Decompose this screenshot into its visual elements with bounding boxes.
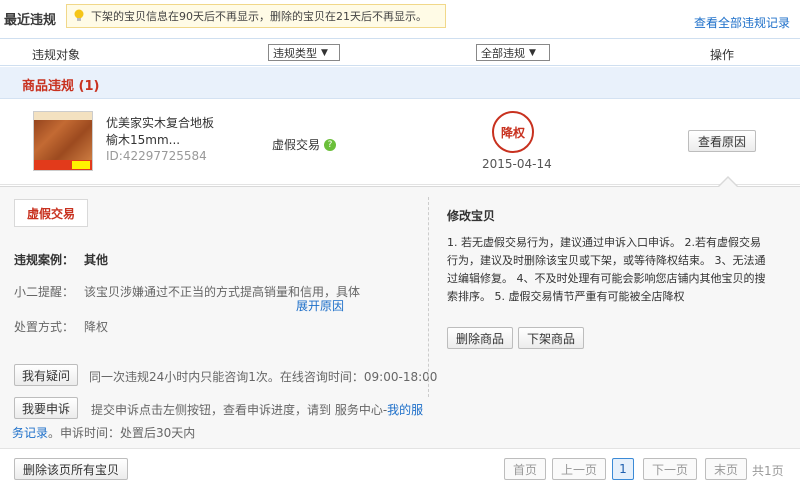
page-last-button[interactable]: 末页: [705, 458, 747, 480]
appeal-time-hint: 。申诉时间：处置后30天内: [48, 426, 196, 440]
view-reason-button[interactable]: 查看原因: [688, 130, 756, 152]
lightbulb-icon: [74, 9, 84, 21]
table-header: 违规对象 违规类型 ▼ 全部违规 ▼ 操作: [0, 38, 800, 66]
case-label: 违规案例：: [14, 253, 75, 267]
action-label: 处置方式：: [14, 320, 75, 334]
group-label: 商品违规 (1): [22, 79, 100, 94]
product-name[interactable]: 优美家实木复合地板: [106, 114, 214, 131]
violation-status-select-value: 全部违规: [481, 46, 525, 60]
column-target: 违规对象: [32, 48, 81, 62]
appeal-hint: 提交申诉点击左侧按钮，查看申诉进度，请到 服务中心-我的服: [91, 401, 423, 418]
violation-type: 虚假交易 ?: [272, 136, 337, 153]
top-bar: 最近违规 下架的宝贝信息在90天后不再显示，删除的宝贝在21天后不再显示。 查看…: [0, 0, 800, 38]
help-icon[interactable]: ?: [324, 138, 337, 151]
column-ops: 操作: [710, 48, 735, 62]
footer-bar: 删除该页所有宝贝 首页 上一页 1 下一页 末页 共1页: [0, 448, 800, 500]
case-value: 其他: [84, 253, 109, 267]
violation-date: 2015-04-14: [482, 157, 552, 171]
ask-question-button[interactable]: 我有疑问: [14, 364, 78, 386]
delist-product-button[interactable]: 下架商品: [518, 327, 584, 349]
page-next-button[interactable]: 下一页: [643, 458, 697, 480]
page-first-button[interactable]: 首页: [504, 458, 546, 480]
violation-status-select[interactable]: 全部违规 ▼: [476, 44, 550, 61]
appeal-button[interactable]: 我要申诉: [14, 397, 78, 419]
violation-type-select-value: 违规类型: [273, 46, 317, 60]
action-value: 降权: [84, 320, 109, 334]
ask-hint: 同一次违规24小时内只能咨询1次。在线咨询时间：09:00-18:00: [89, 370, 438, 384]
delete-product-button[interactable]: 删除商品: [447, 327, 513, 349]
detail-pointer-inner: [719, 178, 737, 187]
my-service-records-link[interactable]: 我的服: [387, 403, 423, 417]
dropdown-arrow-icon: ▼: [529, 47, 536, 58]
fix-title: 修改宝贝: [447, 209, 496, 223]
violation-row: 优美家实木复合地板 榆木15mm... ID:42297725584 虚假交易 …: [0, 99, 800, 185]
all-records-link[interactable]: 查看全部违规记录: [694, 14, 790, 31]
product-id: ID:42297725584: [106, 149, 207, 163]
violation-type-text: 虚假交易: [272, 138, 321, 152]
detail-panel: 虚假交易 违规案例： 其他 小二提醒： 该宝贝涉嫌通过不正当的方式提高销量和信用…: [0, 186, 800, 448]
page-total: 共1页: [752, 464, 784, 478]
product-thumbnail[interactable]: [33, 111, 93, 171]
violation-type-select[interactable]: 违规类型 ▼: [268, 44, 340, 61]
fix-instructions: 1. 若无虚假交易行为，建议通过申诉入口申诉。 2.若有虚假交易行为，建议及时删…: [447, 236, 766, 303]
tip-label: 小二提醒：: [14, 285, 75, 299]
expand-reason-link[interactable]: 展开原因: [296, 297, 344, 314]
page-prev-button[interactable]: 上一页: [552, 458, 606, 480]
delete-all-page-button[interactable]: 删除该页所有宝贝: [14, 458, 128, 480]
page-current[interactable]: 1: [612, 458, 634, 480]
product-name-line2[interactable]: 榆木15mm...: [106, 131, 180, 148]
page-title: 最近违规: [4, 13, 57, 28]
tab-violation-type[interactable]: 虚假交易: [14, 199, 88, 227]
notice-banner: 下架的宝贝信息在90天后不再显示，删除的宝贝在21天后不再显示。: [66, 4, 446, 28]
group-header: 商品违规 (1): [0, 67, 800, 99]
appeal-hint-text: 提交申诉点击左侧按钮，查看申诉进度，请到 服务中心-: [91, 403, 388, 417]
penalty-stamp: 降权: [492, 111, 534, 153]
my-service-records-link-cont[interactable]: 务记录: [12, 424, 48, 441]
panel-divider: [428, 197, 429, 397]
dropdown-arrow-icon: ▼: [321, 47, 328, 58]
notice-text: 下架的宝贝信息在90天后不再显示，删除的宝贝在21天后不再显示。: [91, 10, 427, 23]
